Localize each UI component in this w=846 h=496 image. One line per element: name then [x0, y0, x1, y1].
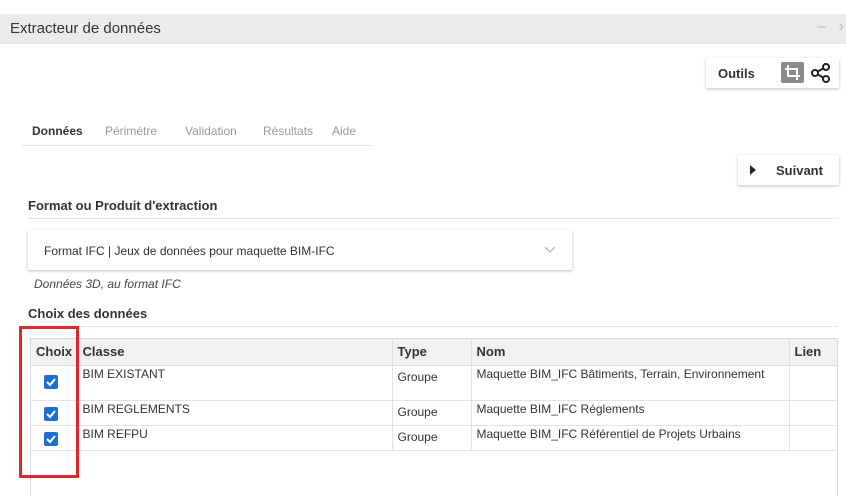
tab-resultats[interactable]: Résultats — [263, 124, 313, 138]
tab-bar: Données Périmètre Validation Résultats A… — [22, 118, 372, 146]
table-row: BIM EXISTANT Groupe Maquette BIM_IFC Bât… — [31, 365, 837, 401]
classe-cell: BIM EXISTANT — [77, 365, 393, 401]
column-header-type[interactable]: Type — [392, 339, 472, 366]
data-table: Choix Classe Type Nom Lien BIM EXISTANT … — [30, 338, 838, 496]
format-section-title: Format ou Produit d'extraction — [28, 198, 218, 213]
next-button[interactable]: Suivant — [738, 155, 839, 185]
window-titlebar: Extracteur de données – › — [0, 14, 846, 44]
data-choice-section-title: Choix des données — [28, 306, 148, 321]
close-icon[interactable]: › — [839, 18, 844, 36]
tools-label: Outils — [718, 66, 755, 81]
classe-cell: BIM REGLEMENTS — [77, 400, 393, 426]
table-row: BIM REFPU Groupe Maquette BIM_IFC Référe… — [31, 425, 837, 451]
nom-cell: Maquette BIM_IFC Référentiel de Projets … — [471, 425, 790, 451]
tab-donnees[interactable]: Données — [32, 124, 83, 138]
lien-cell — [789, 365, 837, 401]
format-select[interactable]: Format IFC | Jeux de données pour maquet… — [28, 230, 572, 270]
tab-perimetre[interactable]: Périmètre — [105, 124, 157, 138]
tools-panel: Outils — [706, 58, 839, 88]
divider — [28, 218, 838, 219]
minimize-icon[interactable]: – — [817, 18, 826, 36]
chevron-down-icon — [544, 242, 556, 254]
format-description: Données 3D, au format IFC — [34, 277, 181, 291]
type-cell: Groupe — [392, 425, 472, 451]
tab-aide[interactable]: Aide — [332, 124, 356, 138]
next-button-label: Suivant — [776, 163, 823, 178]
column-header-lien[interactable]: Lien — [789, 339, 837, 366]
format-select-value: Format IFC | Jeux de données pour maquet… — [44, 244, 335, 258]
choix-highlight-box — [19, 326, 79, 478]
nom-cell: Maquette BIM_IFC Bâtiments, Terrain, Env… — [471, 365, 790, 401]
type-cell: Groupe — [392, 365, 472, 401]
lien-cell — [789, 400, 837, 426]
column-header-nom[interactable]: Nom — [471, 339, 790, 366]
crop-icon[interactable] — [781, 62, 804, 83]
divider — [28, 326, 838, 327]
nom-cell: Maquette BIM_IFC Réglements — [471, 400, 790, 426]
play-icon — [750, 165, 756, 175]
tab-validation[interactable]: Validation — [185, 124, 237, 138]
window-title: Extracteur de données — [10, 20, 161, 37]
lien-cell — [789, 425, 837, 451]
column-header-classe[interactable]: Classe — [77, 339, 393, 366]
table-row: BIM REGLEMENTS Groupe Maquette BIM_IFC R… — [31, 400, 837, 426]
type-cell: Groupe — [392, 400, 472, 426]
share-icon[interactable] — [810, 62, 832, 83]
classe-cell: BIM REFPU — [77, 425, 393, 451]
